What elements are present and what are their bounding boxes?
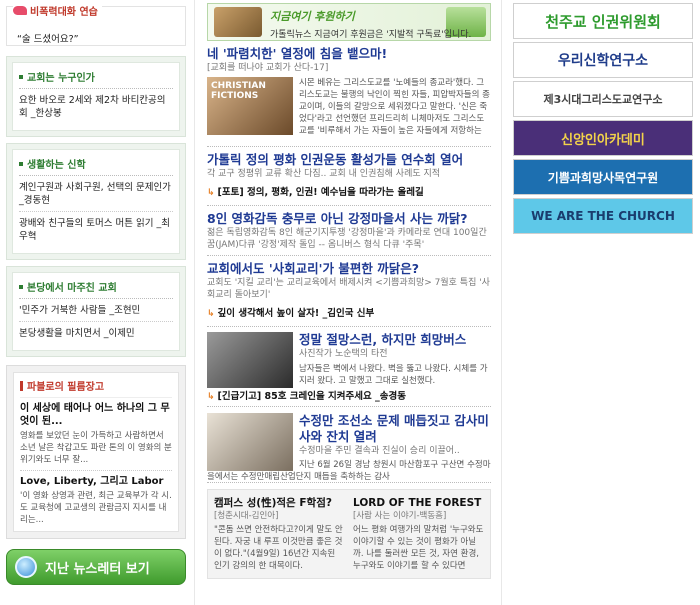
panel-faith-title[interactable]: 생활하는 신학 [19, 154, 173, 176]
bottom-features: 캠퍼스 성(性)적은 F학점? [청춘시대-김인아] "콘돔 쓰면 안전하다고?… [207, 489, 491, 579]
feature-summary: 어느 평화 여행가의 말처럼 '누구와도 이야기할 수 있는 것이 평화가 아닐… [353, 525, 484, 571]
article-3: 8인 영화감독 충무로 아닌 강정마을서 사는 까닭? 젊은 독립영화감독 8인… [207, 206, 491, 256]
article-6: 수정만 조선소 문제 매듭짓고 감사미사와 잔치 열려 수정마을 주민 결속과 … [207, 407, 491, 483]
dialog-box[interactable]: 비폭력대화 연습 “술 드셨어요?” [6, 3, 186, 46]
feature-series: [사람 사는 이야기-백동흠] [353, 511, 447, 521]
article-sub: 젊은 독립영화감독 8인 해군기지투쟁 '강정마을'과 카메라로 연대 100일… [207, 228, 487, 250]
article-series: [교회를 떠나야 교회가 산다-17] [207, 63, 329, 73]
film-panel-title[interactable]: 파블로의 필름장고 [20, 378, 172, 398]
dialog-text[interactable]: “술 드셨어요?” [17, 31, 79, 45]
list-item[interactable]: 요한 바오로 2세와 제2차 바티칸공의회 _한상봉 [19, 89, 173, 124]
main-column: 지금여기 후원하기 가톨릭뉴스 지금여기 후원금은 '지발적 구독료'입니다. … [194, 0, 502, 605]
panel-church: 교회는 누구인가 요한 바오로 2세와 제2차 바티칸공의회 _한상봉 [6, 56, 186, 137]
arrow-icon: ↳ [207, 188, 215, 198]
bird-icon [13, 6, 27, 15]
left-column: 비폭력대화 연습 “술 드셨어요?” 교회는 누구인가 요한 바오로 2세와 제… [6, 0, 186, 585]
article-6-thumbnail[interactable] [207, 413, 293, 471]
banner-human-rights[interactable]: 천주교 인권위원회 [513, 3, 693, 39]
banner-third-era[interactable]: 제3시대그리스도교연구소 [513, 81, 693, 117]
feature-summary: "콘돔 쓰면 안전하다고?이게 말도 안된다. 자궁 내 루프 이것만큼 좋은 … [214, 525, 343, 571]
panel-church-title[interactable]: 교회는 누구인가 [19, 67, 173, 89]
newsletter-button[interactable]: 지난 뉴스레터 보기 [6, 549, 186, 585]
list-item[interactable]: 본당생활을 마치면서 _이제민 [19, 322, 173, 344]
banner-we-are-the-church[interactable]: WE ARE THE CHURCH [513, 198, 693, 234]
panel-meet-title[interactable]: 본당에서 마주친 교회 [19, 277, 173, 299]
article-5: 정말 절망스런, 하지만 희망버스 사진작가 노순택의 타전 남자들은 벽에서 … [207, 327, 491, 407]
article-summary: 시몬 베유는 그리스도교를 '노예들의 종교라'했다. 그리스도교는 불행의 낙… [299, 78, 490, 136]
related-link[interactable]: ↳ 깊이 생각해서 높이 살자! _김인국 신부 [207, 305, 491, 323]
banner-woori-theology[interactable]: 우리신학연구소 [513, 42, 693, 78]
article-title[interactable]: 가톨릭 정의 평화 인권운동 활성가들 연수회 열어 [207, 152, 491, 168]
donation-banner[interactable]: 지금여기 후원하기 가톨릭뉴스 지금여기 후원금은 '지발적 구독료'입니다. [207, 3, 491, 41]
feature-right: LORD OF THE FOREST [사람 사는 이야기-백동흠] 어느 평화… [353, 496, 484, 572]
related-link[interactable]: ↳ [긴급기고] 85호 크레인을 지켜주세요 _송경동 [207, 388, 491, 406]
feature-title[interactable]: 캠퍼스 성(性)적은 F학점? [214, 496, 345, 510]
panel-meet: 본당에서 마주친 교회 '민주가 거북한 사람들 _조현민 본당생활을 마치면서… [6, 266, 186, 357]
list-item[interactable]: 계인구원과 사회구원, 선택의 문제인가 _경동현 [19, 176, 173, 212]
banner-headline: 지금여기 후원하기 [270, 10, 355, 23]
article-title[interactable]: 교회에서도 '사회교리'가 불편한 까닭은? [207, 261, 491, 277]
article-4: 교회에서도 '사회교리'가 불편한 까닭은? 교회도 '지킬 교리'는 교리교육… [207, 256, 491, 327]
article-1: 네 '파렴치한' 열정에 침을 뱉으마! [교회를 떠나야 교회가 산다-17]… [207, 41, 491, 147]
square-bullet-icon [19, 284, 23, 289]
right-column: 천주교 인권위원회 우리신학연구소 제3시대그리스도교연구소 신앙인아카데미 기… [513, 0, 693, 234]
panel-faith: 생활하는 신학 계인구원과 사회구원, 선택의 문제인가 _경동현 광배와 친구… [6, 143, 186, 260]
feature-series: [청춘시대-김인아] [214, 511, 279, 521]
bar-icon [20, 380, 23, 391]
arrow-icon: ↳ [207, 309, 215, 319]
feature-left: 캠퍼스 성(性)적은 F학점? [청춘시대-김인아] "콘돔 쓰면 안전하다고?… [214, 496, 345, 572]
feature-title[interactable]: LORD OF THE FOREST [353, 496, 484, 510]
article-1-thumbnail[interactable]: CHRISTIAN FICTIONS [207, 77, 293, 135]
arrow-icon: ↳ [207, 392, 215, 402]
film-item-desc: 영화를 보았던 눈이 가득하고 사람하면서 소년 날은 착갑고도 파란 톤의 이… [20, 431, 172, 465]
article-title[interactable]: 네 '파렴치한' 열정에 침을 뱉으마! [207, 46, 491, 62]
article-title[interactable]: 8인 영화감독 충무로 아닌 강정마을서 사는 까닭? [207, 211, 491, 227]
article-sub: 각 교구 정평위 교류 확산 다짐.. 교회 내 인권침해 사례도 지적 [207, 169, 441, 179]
article-2: 가톨릭 정의 평화 인권운동 활성가들 연수회 열어 각 교구 정평위 교류 확… [207, 147, 491, 206]
film-item-desc: '이 영화 상영과 관련, 최근 교육부가 각 시.도 교육청에 고교생의 관람… [20, 491, 172, 525]
film-panel: 파블로의 필름장고 이 세상에 태어나 어느 하나의 그 무엇이 된... 영화… [6, 365, 186, 539]
film-item-title[interactable]: Love, Liberty, 그리고 Labor [20, 475, 172, 488]
globe-icon [15, 556, 37, 578]
dialog-title: 비폭력대화 연습 [13, 3, 102, 18]
list-item[interactable]: 광배와 친구들의 토머스 머튼 읽기 _최우혁 [19, 212, 173, 247]
article-sub: 교회도 '지킬 교리'는 교리교육에서 배제시켜 <기쁨과희망> 7월호 특집 … [207, 278, 490, 300]
list-item[interactable]: '민주가 거북한 사람들 _조현민 [19, 299, 173, 322]
banner-gaudium[interactable]: 기쁨과희망사목연구원 [513, 159, 693, 195]
cross-image [214, 7, 262, 37]
square-bullet-icon [19, 74, 23, 79]
banner-academy[interactable]: 신앙인아카데미 [513, 120, 693, 156]
film-item-title[interactable]: 이 세상에 태어나 어느 하나의 그 무엇이 된... [20, 402, 172, 428]
article-5-thumbnail[interactable] [207, 332, 293, 388]
square-bullet-icon [19, 161, 23, 166]
banner-text: 가톨릭뉴스 지금여기 후원금은 '지발적 구독료'입니다. [270, 30, 472, 40]
related-link[interactable]: ↳ [포토] 정의, 평화, 인권! 예수님을 따라가는 올레길 [207, 184, 491, 202]
